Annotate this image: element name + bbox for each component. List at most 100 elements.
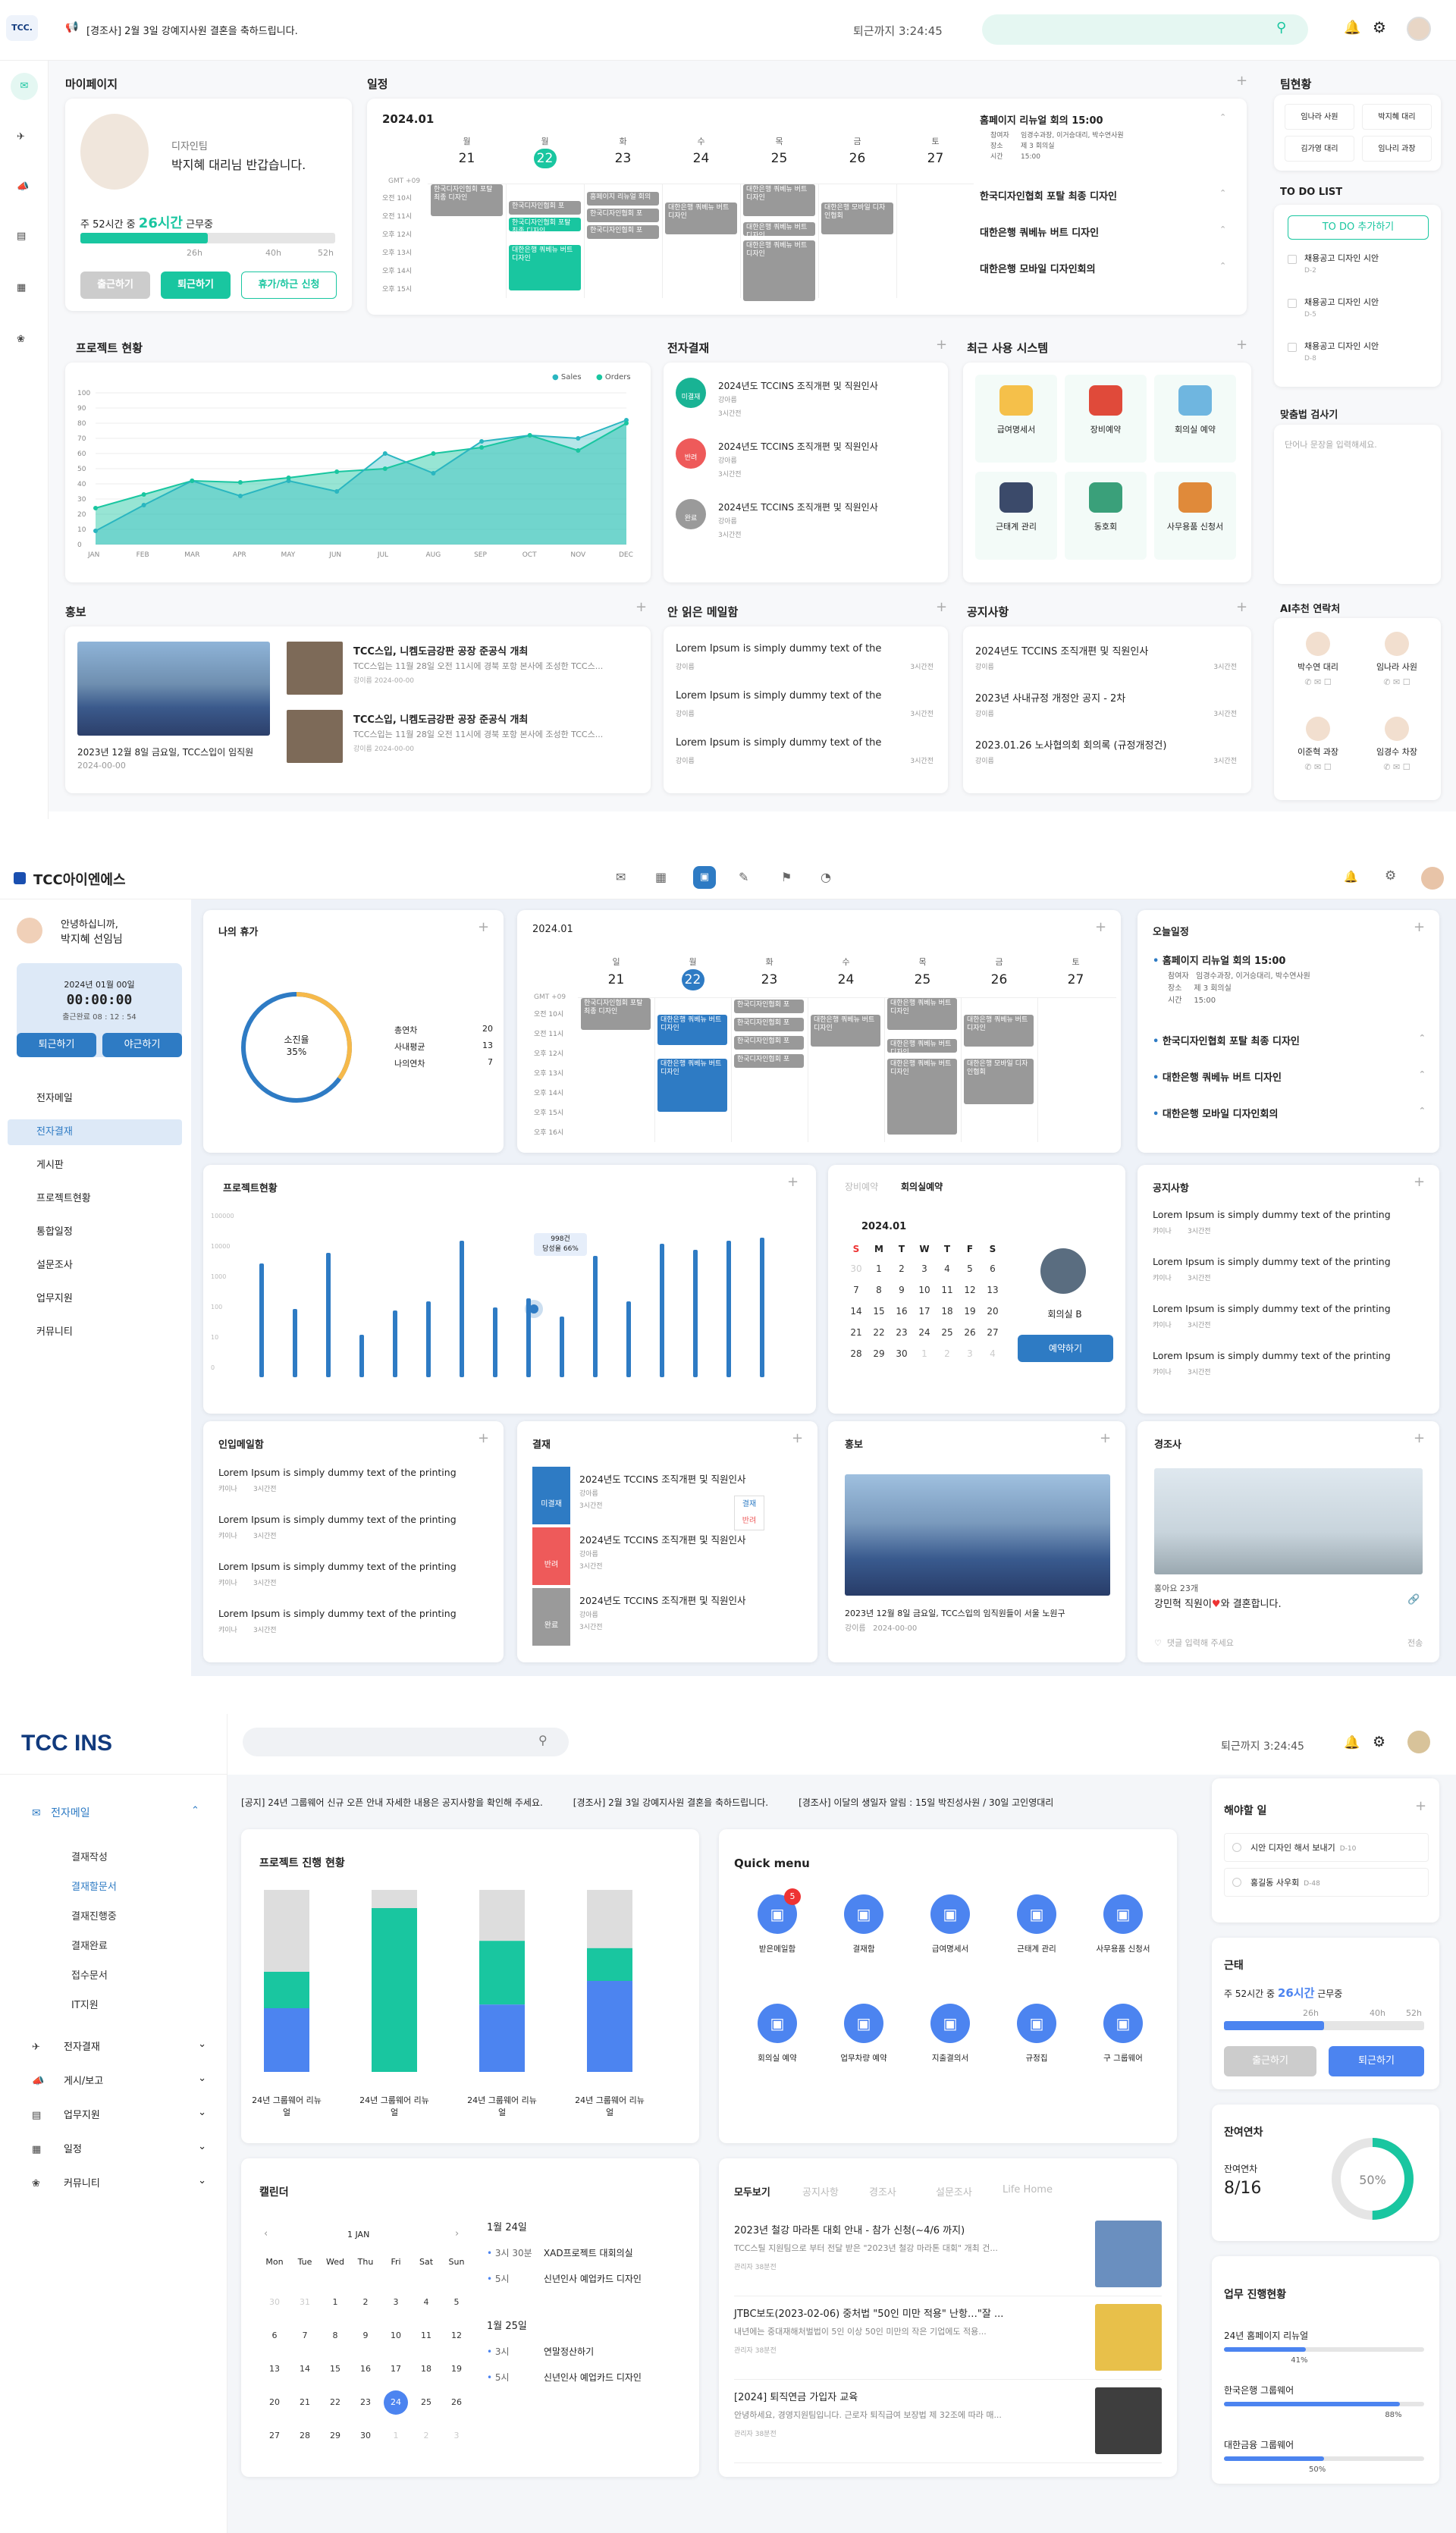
menu-item[interactable]: 📣 게시/보고 ⌄ [32,2073,206,2087]
ticker-item[interactable]: [경조사] 이달의 생일자 알림 : 15일 박진성사원 / 30일 고인영대리 [799,1797,1053,1808]
s3-logo[interactable]: TCC INS [21,1731,112,1756]
prev-icon[interactable]: ‹ [264,2228,268,2240]
list-item[interactable]: 2024년도 TCCINS 조직개편 및 직원인사 강이름 3시간전 [975,643,1237,683]
todo-add-button[interactable]: TO DO 추가하기 [1288,215,1429,240]
spell-input[interactable]: 단어나 문장을 입력해세요. [1285,438,1377,450]
nav-item[interactable]: 게시판 [8,1153,182,1179]
family-comment[interactable]: ♡ 댓글 입력해 주세요 [1154,1637,1234,1649]
bar[interactable] [293,1309,297,1377]
date-cell[interactable]: 20 [262,2390,287,2415]
bar[interactable] [460,1241,464,1377]
date-cell[interactable]: 4 [414,2290,438,2315]
checkbox[interactable] [1288,299,1297,308]
contact-actions[interactable]: ✆ ✉ ☐ [1360,762,1433,772]
bell-icon[interactable]: 🔔 [1344,20,1360,36]
list-item[interactable]: 2023년 사내규정 개정안 공지 - 2차 강이름 3시간전 [975,690,1237,730]
list-item[interactable]: Lorem Ipsum is simply dummy text of the … [218,1608,494,1647]
calendar-event[interactable]: 대한은행 모바일 디자인협회 [821,202,893,234]
date-cell[interactable]: 1 [868,1263,890,1274]
day-col[interactable]: 월 21 [428,135,506,170]
gear-icon[interactable]: ⚙ [1385,868,1396,884]
chevron-icon[interactable]: ⌃ [1219,188,1226,198]
quick-item[interactable]: ▣ 받은메일함 5 [734,1888,821,1954]
date-cell[interactable]: 8 [868,1285,890,1295]
s3-clock-in-button[interactable]: 출근하기 [1224,2046,1316,2076]
tab-equipment[interactable]: 장비예약 [845,1180,878,1193]
date-cell[interactable]: 31 [293,2290,317,2315]
contact-actions[interactable]: ✆ ✉ ☐ [1360,677,1433,687]
s1-notice[interactable]: [경조사] 2월 3일 강예지사원 결혼을 축하드립니다. [86,23,298,37]
list-item[interactable]: Lorem Ipsum is simply dummy text of the … [218,1514,494,1553]
news-tab[interactable]: 경조사 [869,2184,896,2199]
today-item[interactable]: • 대한은행 모바일 디자인회의 ⌃ [1153,1106,1426,1120]
quick-item[interactable]: ▣ 업무차량 예약 [821,2004,907,2064]
event-row[interactable]: • 3시 연말정산하기 [487,2345,692,2358]
date-cell[interactable]: 26 [959,1327,981,1338]
calendar-event[interactable]: 대한은행 쿼베뉴 버트 디자인 [657,1015,727,1045]
add-icon[interactable]: + [1414,1174,1425,1190]
calendar-event[interactable]: 대한은행 쿼베뉴 버트 디자인 [887,998,957,1030]
date-cell[interactable]: 13 [262,2357,287,2381]
side-event[interactable]: 한국디자인협회 포탈 최종 디자인 [980,188,1117,202]
date-cell[interactable]: 30 [262,2290,287,2315]
add-icon[interactable]: + [936,337,947,353]
add-icon[interactable]: + [1414,919,1425,935]
news-tab[interactable]: Life Home [1003,2184,1053,2196]
approval-item[interactable]: 미결재 2024년도 TCCINS 조직개편 및 직원인사 강아름 3시간전 [532,1467,805,1524]
megaphone-icon[interactable]: 📣 [17,181,29,193]
nav-item[interactable]: 전자메일 [8,1086,182,1112]
bell-icon[interactable]: 🔔 [1344,870,1358,884]
task-item[interactable]: 24년 홈페이지 리뉴얼 41% [1224,2329,1424,2378]
date-cell[interactable]: 22 [868,1327,890,1338]
link-icon[interactable]: 🔗 [1407,1594,1420,1605]
checkbox[interactable] [1288,343,1297,352]
add-icon[interactable]: + [478,1430,489,1446]
news-tab[interactable]: 모두보기 [734,2184,770,2199]
chevron-down-icon[interactable]: ⌄ [198,2141,206,2152]
event-row[interactable]: • 5시 신년인사 예업카드 디자인 [487,2371,692,2384]
today-item[interactable]: • 대한은행 쿼베뉴 버트 디자인 ⌃ [1153,1069,1426,1084]
date-cell[interactable]: 19 [959,1306,981,1317]
date-cell[interactable]: 27 [981,1327,1004,1338]
calendar-icon[interactable]: ▦ [655,870,667,884]
calendar-event[interactable]: 한국디자인협회 포 [509,201,581,215]
calendar-event[interactable]: 대한은행 쿼베뉴 버트 디자인 [743,184,815,216]
date-cell[interactable]: 24 [913,1327,936,1338]
bar[interactable] [393,1310,397,1377]
search-icon[interactable]: ⚲ [538,1733,548,1747]
calendar-event[interactable]: 대한은행 쿼베뉴 버트 디자인 [743,222,815,236]
calendar-event[interactable]: 대한은행 쿼베뉴 버트 디자인 [811,1015,880,1047]
overtime-button[interactable]: 야근하기 [102,1033,182,1057]
date-cell[interactable]: 15 [323,2357,347,2381]
mail-icon[interactable]: ✉ [616,870,626,884]
avatar[interactable] [1407,17,1431,41]
news-tab[interactable]: 설문조사 [936,2184,972,2199]
date-cell[interactable]: 25 [414,2390,438,2415]
next-icon[interactable]: › [455,2228,459,2240]
mail-icon[interactable]: ✉ [11,73,38,100]
quick-item[interactable]: ▣ 회의실 예약 [734,2004,821,2064]
date-cell[interactable]: 1 [913,1348,936,1359]
system-tile[interactable]: 회의실 예약 [1154,375,1236,463]
bar[interactable] [660,1244,664,1377]
chevron-down-icon[interactable]: ⌄ [198,2073,206,2084]
approval-item[interactable]: 반려 2024년도 TCCINS 조직개편 및 직원인사 강아름 3시간전 [532,1527,805,1585]
event-row[interactable]: • 3시 30분 XAD프로젝트 대회의실 [487,2246,692,2259]
date-cell[interactable]: 6 [981,1263,1004,1274]
gear-icon[interactable]: ⚙ [1373,18,1386,36]
day-col[interactable]: 목 25 [884,956,961,992]
team-member[interactable]: 임나리 과장 [1362,136,1432,162]
system-tile[interactable]: 급여명세서 [975,375,1057,463]
date-cell[interactable]: 21 [845,1327,868,1338]
date-cell[interactable]: 11 [936,1285,959,1295]
date-cell[interactable]: 14 [293,2357,317,2381]
day-col[interactable]: 토 27 [1037,956,1114,992]
date-cell[interactable]: 18 [936,1306,959,1317]
date-cell[interactable]: 3 [959,1348,981,1359]
date-cell[interactable]: 2 [353,2290,378,2315]
checkbox[interactable] [1232,1843,1241,1852]
date-cell[interactable]: 25 [936,1327,959,1338]
quick-item[interactable]: ▣ 규정집 [993,2004,1080,2064]
add-icon[interactable]: + [936,599,947,615]
task-item[interactable]: 한국은행 그룹웨어 88% [1224,2384,1424,2432]
